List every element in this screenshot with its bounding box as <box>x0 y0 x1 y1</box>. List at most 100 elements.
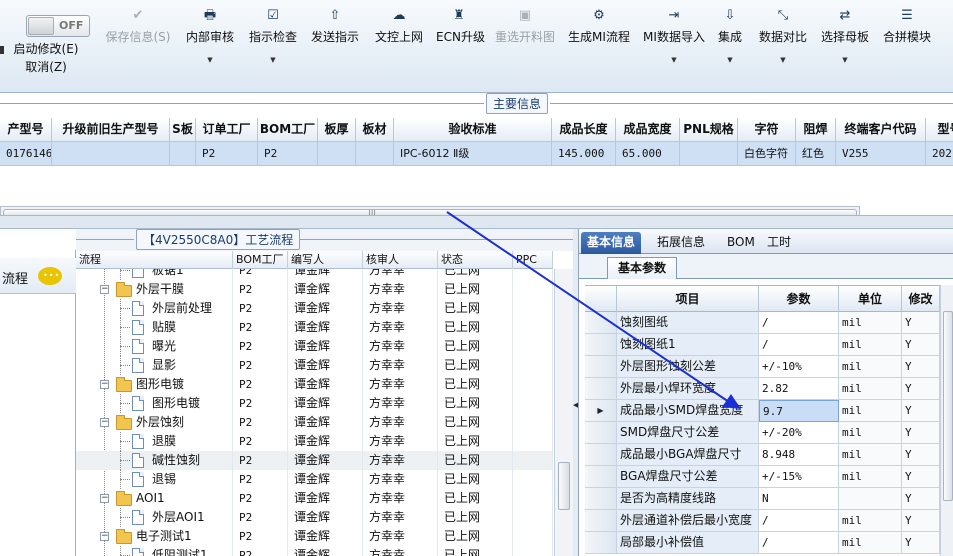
main-info-column-header[interactable]: 阻焊 <box>796 118 836 142</box>
toolbar-button-2[interactable]: ☑ 指示检查 ▼ <box>248 6 298 88</box>
collapse-toggle-icon[interactable]: − <box>100 494 109 503</box>
param-value-cell[interactable]: 9.7 <box>759 400 839 422</box>
dropdown-arrow-icon[interactable]: ▼ <box>716 56 744 64</box>
param-value-cell[interactable]: N <box>759 488 839 510</box>
toolbar-button-11[interactable]: ⇄ 选择母板 ▼ <box>818 6 872 88</box>
params-column-header[interactable]: 修改 <box>902 286 940 312</box>
scrollbar-thumb[interactable] <box>558 462 570 510</box>
dropdown-arrow-icon[interactable]: ▼ <box>643 56 705 64</box>
main-info-column-header[interactable]: 产型号 <box>0 118 52 142</box>
params-row[interactable]: 外层最小焊环宽度 2.82 mil Y <box>585 378 940 400</box>
main-info-cell[interactable]: 2021/8/1 <box>926 142 953 166</box>
dropdown-arrow-icon[interactable]: ▼ <box>818 56 872 64</box>
main-info-cell[interactable] <box>52 142 170 166</box>
param-value-cell[interactable]: 2.82 <box>759 378 839 400</box>
panel-splitter[interactable] <box>0 215 953 229</box>
dropdown-arrow-icon[interactable]: ▼ <box>186 56 234 64</box>
toolbar-button-9[interactable]: ⇩ 集成 ▼ <box>716 6 744 88</box>
process-column-header[interactable]: 编写人 <box>288 251 363 269</box>
main-info-cell[interactable]: 红色 <box>796 142 836 166</box>
tab-3[interactable]: 工时 <box>761 232 797 254</box>
toolbar-button-0[interactable]: ✔ 保存信息(S) <box>100 6 176 88</box>
main-info-data-row[interactable]: 0176146 P2 P2 IPC-6012 Ⅱ级 145.000 65.000 白色字符红… <box>0 142 953 166</box>
param-value-cell[interactable]: +/-10% <box>759 356 839 378</box>
main-info-column-header[interactable]: 型号创 <box>926 118 953 142</box>
process-row[interactable]: 板锯1 P2 谭金辉 方幸幸 已上网 <box>76 269 554 280</box>
row-indicator[interactable] <box>585 422 617 444</box>
main-info-cell[interactable]: P2 <box>196 142 258 166</box>
toolbar-button-4[interactable]: ☁ 文控上网 <box>374 6 424 88</box>
process-column-header[interactable]: BOM工厂 <box>233 251 288 269</box>
main-info-cell[interactable]: 65.000 <box>616 142 680 166</box>
tab-0[interactable]: 基本信息 <box>581 232 642 254</box>
main-info-column-header[interactable]: 板材 <box>356 118 394 142</box>
process-row[interactable]: − 外层干膜 P2 谭金辉 方幸幸 已上网 <box>76 280 554 299</box>
current-row-indicator-icon[interactable]: ▶ <box>585 400 617 422</box>
params-row[interactable]: BGA焊盘尺寸公差 +/-15% mil Y <box>585 466 940 488</box>
toolbar-button-8[interactable]: ⇥ MI数据导入 ▼ <box>643 6 705 88</box>
row-indicator[interactable] <box>585 312 617 334</box>
main-info-column-header[interactable]: 验收标准 <box>394 118 552 142</box>
process-vertical-scrollbar[interactable] <box>554 269 573 556</box>
process-row[interactable]: 低阻测试1 P2 谭金辉 方幸幸 已上网 <box>76 546 554 556</box>
params-row[interactable]: SMD焊盘尺寸公差 +/-20% mil Y <box>585 422 940 444</box>
row-indicator[interactable] <box>585 378 617 400</box>
dropdown-arrow-icon[interactable]: ▼ <box>758 56 808 64</box>
process-row[interactable]: 退膜 P2 谭金辉 方幸幸 已上网 <box>76 432 554 451</box>
collapse-toggle-icon[interactable]: − <box>100 532 109 541</box>
row-indicator[interactable] <box>585 356 617 378</box>
params-row[interactable]: 成品最小BGA焊盘尺寸 8.948 mil Y <box>585 444 940 466</box>
row-indicator[interactable] <box>585 444 617 466</box>
process-row[interactable]: − 图形电镀 P2 谭金辉 方幸幸 已上网 <box>76 375 554 394</box>
process-row[interactable]: 碱性蚀刻 P2 谭金辉 方幸幸 已上网 <box>76 451 554 470</box>
chat-bubble-icon[interactable]: ••• <box>38 267 62 285</box>
process-column-header[interactable]: 状态 <box>438 251 513 269</box>
main-info-column-header[interactable]: 成品宽度 <box>616 118 680 142</box>
row-indicator[interactable] <box>585 466 617 488</box>
flow-tab[interactable]: 流程 ••• <box>0 258 76 294</box>
process-column-header[interactable]: 流程 <box>76 251 233 269</box>
toolbar-button-1[interactable]: 🖶 内部审核 ▼ <box>186 6 234 88</box>
process-column-header[interactable]: PPC <box>513 251 553 269</box>
param-value-cell[interactable]: +/-15% <box>759 466 839 488</box>
main-info-column-header[interactable]: BOM工厂 <box>258 118 318 142</box>
main-info-cell[interactable] <box>680 142 738 166</box>
toolbar-button-3[interactable]: ⇧ 发送指示 <box>310 6 360 88</box>
param-value-cell[interactable]: / <box>759 510 839 532</box>
main-info-column-header[interactable]: 升级前旧生产型号 <box>52 118 170 142</box>
toolbar-button-12[interactable]: ☰ 合拼模块 <box>882 6 932 88</box>
process-column-header[interactable]: 核审人 <box>363 251 438 269</box>
param-value-cell[interactable]: / <box>759 334 839 356</box>
start-edit-button[interactable]: 启动修改(E) <box>0 40 92 58</box>
param-value-cell[interactable]: / <box>759 312 839 334</box>
main-info-column-header[interactable]: S板 <box>170 118 196 142</box>
main-info-column-header[interactable]: 板厚 <box>318 118 356 142</box>
param-value-cell[interactable]: +/-20% <box>759 422 839 444</box>
main-info-cell[interactable]: 白色字符 <box>738 142 796 166</box>
params-row[interactable]: 蚀刻图纸 / mil Y <box>585 312 940 334</box>
param-value-cell[interactable]: 8.948 <box>759 444 839 466</box>
process-row[interactable]: − AOI1 P2 谭金辉 方幸幸 已上网 <box>76 489 554 508</box>
toolbar-button-5[interactable]: ♜ ECN升级 <box>436 6 485 88</box>
main-info-column-header[interactable]: 成品长度 <box>552 118 616 142</box>
main-info-cell[interactable]: 0176146 <box>0 142 52 166</box>
params-row[interactable]: 外层图形蚀刻公差 +/-10% mil Y <box>585 356 940 378</box>
params-row[interactable]: 蚀刻图纸1/mil Y <box>585 334 940 356</box>
process-row[interactable]: 退锡 P2 谭金辉 方幸幸 已上网 <box>76 470 554 489</box>
params-column-header[interactable]: 项目 <box>617 286 759 312</box>
process-row[interactable]: − 电子测试1 P2 谭金辉 方幸幸 已上网 <box>76 527 554 546</box>
process-row[interactable]: 曝光 P2 谭金辉 方幸幸 已上网 <box>76 337 554 356</box>
main-info-column-header[interactable]: 字符 <box>738 118 796 142</box>
params-row[interactable]: 外层通道补偿后最小宽度 / mil Y <box>585 510 940 532</box>
process-row[interactable]: − 外层蚀刻 P2 谭金辉 方幸幸 已上网 <box>76 413 554 432</box>
toolbar-button-7[interactable]: ⚙ 生成MI流程 <box>568 6 630 88</box>
row-indicator[interactable] <box>585 510 617 532</box>
subtab-basic-params[interactable]: 基本参数 <box>607 257 678 279</box>
main-info-cell[interactable]: 145.000 <box>552 142 616 166</box>
cancel-button[interactable]: 取消(Z) <box>0 58 92 76</box>
params-row[interactable]: 是否为高精度线路 N Y <box>585 488 940 510</box>
main-info-cell[interactable] <box>170 142 196 166</box>
param-value-cell[interactable]: / <box>759 532 839 554</box>
process-row[interactable]: 外层AOI1 P2 谭金辉 方幸幸 已上网 <box>76 508 554 527</box>
main-info-column-header[interactable]: 订单工厂 <box>196 118 258 142</box>
